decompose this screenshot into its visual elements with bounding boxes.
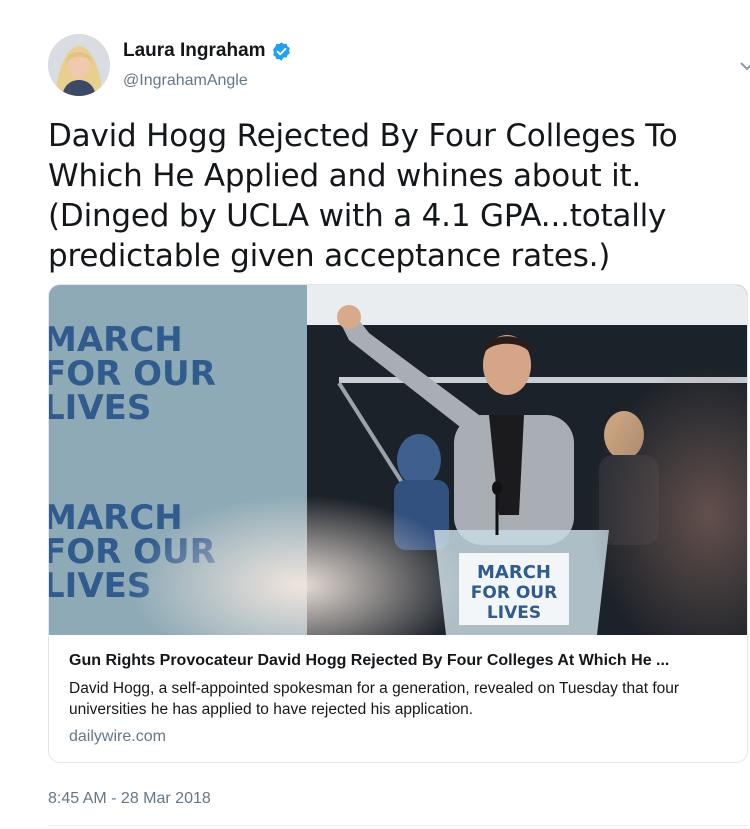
- display-name[interactable]: Laura Ingraham: [123, 40, 266, 62]
- podium-sign-text: FOR OUR: [471, 583, 557, 603]
- tweet-header: Laura Ingraham @IngrahamAngle: [48, 34, 750, 96]
- avatar[interactable]: [48, 34, 110, 96]
- link-card[interactable]: MARCH FOR OUR LIVES MARCH FOR OUR LIVES: [48, 284, 748, 763]
- chevron-down-icon[interactable]: [740, 58, 750, 71]
- card-domain[interactable]: dailywire.com: [69, 728, 729, 746]
- card-description: David Hogg, a self-appointed spokesman f…: [69, 680, 680, 718]
- podium-sign-text: LIVES: [487, 603, 541, 623]
- tweet-timestamp[interactable]: 8:45 AM - 28 Mar 2018: [48, 790, 211, 808]
- card-image[interactable]: MARCH FOR OUR LIVES MARCH FOR OUR LIVES: [49, 285, 747, 635]
- name-row: Laura Ingraham: [123, 40, 292, 62]
- podium-sign-text: MARCH: [477, 562, 551, 583]
- tweet-text: David Hogg Rejected By Four Colleges To …: [48, 118, 678, 274]
- verified-badge-icon: [271, 41, 292, 62]
- user-handle[interactable]: @IngrahamAngle: [123, 72, 248, 90]
- avatar-image: [48, 34, 110, 96]
- card-body[interactable]: Gun Rights Provocateur David Hogg Reject…: [49, 635, 747, 762]
- rally-photo: MARCH FOR OUR LIVES MARCH FOR OUR LIVES: [49, 285, 747, 635]
- divider: [48, 825, 748, 826]
- card-title[interactable]: Gun Rights Provocateur David Hogg Reject…: [69, 652, 733, 670]
- sign-text-line: LIVES: [49, 388, 151, 428]
